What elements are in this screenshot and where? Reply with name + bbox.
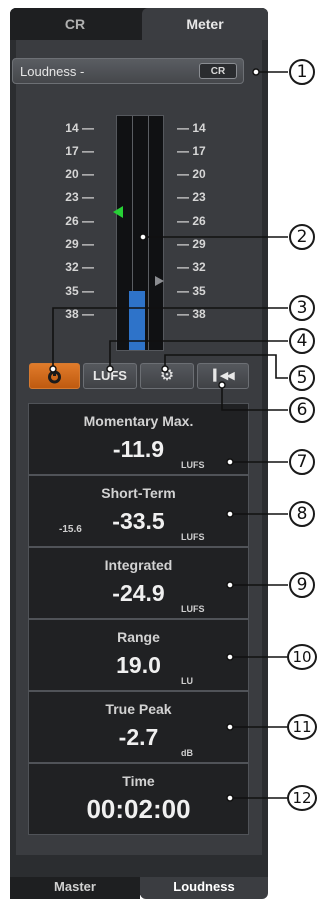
- tab-meter[interactable]: Meter: [142, 8, 268, 40]
- peak-marker-icon: [155, 276, 164, 286]
- readout-momentary-max: Momentary Max. -11.9 LUFS: [28, 403, 249, 475]
- scale-tick-left: 38 —: [65, 307, 94, 321]
- callout-4: 4: [289, 328, 315, 354]
- scale-tick-right: — 38: [177, 307, 206, 321]
- lufs-button[interactable]: LUFS: [83, 363, 137, 389]
- readout-unit: LUFS: [181, 532, 205, 542]
- settings-button[interactable]: ⚙: [140, 363, 194, 389]
- tab-master[interactable]: Master: [10, 877, 140, 899]
- callout-6: 6: [289, 397, 315, 423]
- callout-9: 9: [289, 572, 315, 598]
- scale-tick-left: 35 —: [65, 284, 94, 298]
- preset-dropdown[interactable]: Loudness - CR: [12, 58, 244, 84]
- callout-10: 10: [287, 644, 317, 670]
- readout-unit: dB: [181, 748, 193, 758]
- readout-label: Integrated: [104, 557, 173, 573]
- scale-tick-right: — 35: [177, 284, 206, 298]
- power-icon: [48, 368, 61, 384]
- callout-5: 5: [289, 365, 315, 391]
- reset-button[interactable]: ▍◀◀: [197, 363, 249, 389]
- scale-tick-left: 29 —: [65, 237, 94, 251]
- scale-tick-right: — 26: [177, 214, 206, 228]
- callout-2: 2: [289, 224, 315, 250]
- meter-level-bar: [129, 291, 145, 350]
- scale-tick-left: 23 —: [65, 190, 94, 204]
- power-button[interactable]: [29, 363, 80, 389]
- scale-tick-right: — 17: [177, 144, 206, 158]
- readout-value: -24.9: [112, 580, 165, 606]
- readout-value: 19.0: [116, 652, 161, 678]
- readout-unit: LUFS: [181, 604, 205, 614]
- readout-value: 00:02:00: [86, 794, 191, 824]
- readout-range: Range 19.0 LU: [28, 619, 249, 691]
- readout-label: True Peak: [105, 701, 172, 717]
- callout-1: 1: [289, 59, 315, 85]
- tab-cr[interactable]: CR: [10, 8, 140, 40]
- scale-tick-left: 32 —: [65, 260, 94, 274]
- readout-value: -11.9: [112, 436, 165, 462]
- readout-label: Range: [117, 629, 160, 645]
- scale-tick-right: — 20: [177, 167, 206, 181]
- callout-11: 11: [287, 714, 317, 740]
- top-tabbar: CR Meter: [10, 8, 268, 40]
- readout-short-term: Short-Term -15.6 -33.5 LUFS: [28, 475, 249, 547]
- readout-time: Time 00:02:00: [28, 763, 249, 835]
- readout-label: Time: [122, 773, 155, 789]
- callout-7: 7: [289, 449, 315, 475]
- readout-unit: LUFS: [181, 460, 205, 470]
- readout-value: -2.7: [118, 724, 159, 750]
- scale-tick-left: 20 —: [65, 167, 94, 181]
- scale-tick-left: 26 —: [65, 214, 94, 228]
- meter-divider: [148, 116, 149, 350]
- preset-label: Loudness -: [20, 64, 85, 79]
- reset-icon: ▍◀◀: [213, 370, 234, 382]
- callout-8: 8: [289, 501, 315, 527]
- readout-value: -33.5: [112, 508, 165, 534]
- callout-12: 12: [287, 785, 317, 811]
- scale-tick-right: — 32: [177, 260, 206, 274]
- scale-tick-right: — 29: [177, 237, 206, 251]
- scale-tick-left: 14 —: [65, 121, 94, 135]
- readout-true-peak: True Peak -2.7 dB: [28, 691, 249, 763]
- readout-unit: LU: [181, 676, 193, 686]
- scale-tick-right: — 14: [177, 121, 206, 135]
- loudness-meter: [116, 115, 164, 351]
- readout-label: Short-Term: [101, 485, 176, 501]
- callout-3: 3: [289, 295, 315, 321]
- readout-label: Momentary Max.: [83, 413, 194, 429]
- gear-icon: ⚙: [159, 367, 175, 384]
- cr-button[interactable]: CR: [199, 63, 237, 79]
- target-marker-icon: [113, 206, 123, 218]
- readout-integrated: Integrated -24.9 LUFS: [28, 547, 249, 619]
- scale-tick-left: 17 —: [65, 144, 94, 158]
- tab-loudness[interactable]: Loudness: [140, 877, 268, 899]
- scale-tick-right: — 23: [177, 190, 206, 204]
